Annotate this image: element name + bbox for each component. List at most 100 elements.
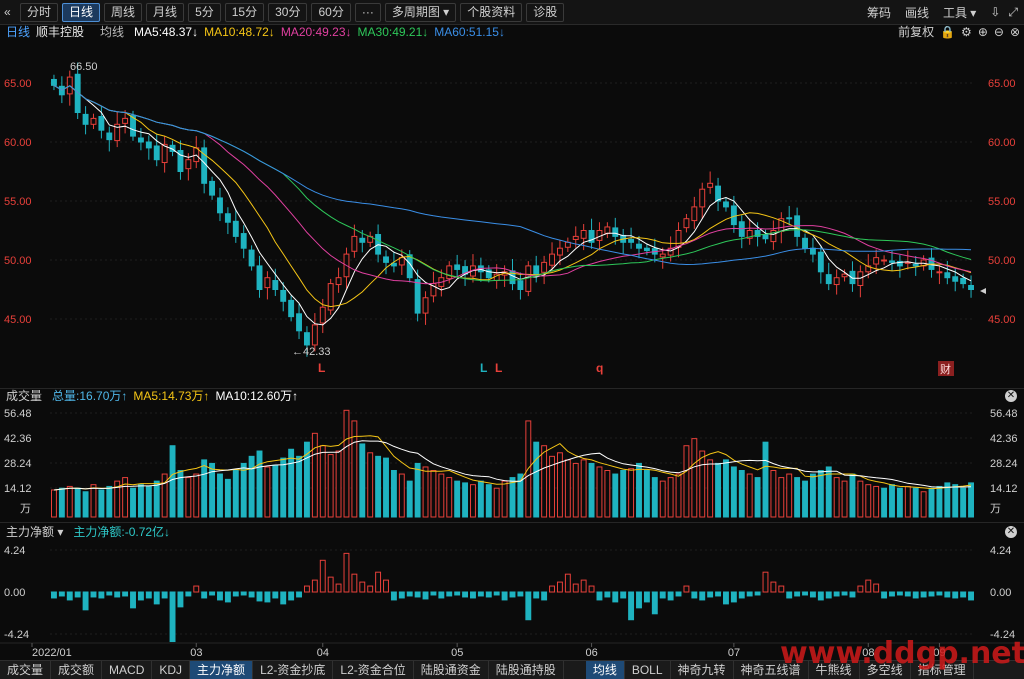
volume-bar [604,470,611,518]
net-flow-bar [90,591,97,598]
volume-axis-label-right: 42.36 [990,433,1018,445]
volume-bar [240,462,247,518]
indicator-tab[interactable]: 成交量 [0,661,52,679]
volume-axis-label-left: 56.48 [4,408,32,420]
candle-body [232,220,239,237]
price-axis-label-right: 45.00 [988,314,1016,326]
volume-bar [351,420,358,518]
volume-bar [422,466,429,518]
volume-bar [541,445,548,518]
volume-bar [659,480,666,518]
volume-bar [952,484,959,518]
volume-bar [462,482,469,518]
net-flow-bar [470,591,476,599]
net-flow-bar [849,591,856,598]
volume-bar [936,485,943,518]
candle-body [383,256,389,263]
net-flow-bar [659,591,666,599]
flow-axis-label-left: -4.24 [4,629,29,641]
volume-bar [675,473,682,518]
indicator-tab[interactable]: 主力净额 [190,661,254,679]
candle-body [699,188,706,208]
net-flow-bar [311,579,318,593]
net-flow-bar [746,591,753,597]
volume-bar [588,462,595,518]
kline-chart-area[interactable]: 65.00 65.00 60.00 60.00 55.00 55.00 50.00 50.00… [0,0,1024,660]
candle-body [217,197,223,214]
indicator-tab[interactable]: MACD [102,661,153,679]
candle-body [224,213,231,223]
price-axis-label-right: 60.00 [988,137,1016,149]
volume-bar [715,462,722,518]
indicator-tab[interactable]: 成交额 [51,661,103,679]
net-flow-bar [327,576,334,593]
volume-bar [699,450,706,518]
volume-unit-left: 万 [20,502,31,515]
net-flow-bar [873,583,880,593]
net-flow-bar [296,591,302,598]
candle-body [730,205,737,226]
volume-bar [327,454,334,518]
net-flow-bar [517,591,524,597]
x-axis-label: 2022/01 [32,647,72,659]
net-flow-bar [161,591,168,599]
price-axis-label-right: 65.00 [988,78,1016,90]
indicator-tab[interactable]: 均线 [585,661,625,679]
net-flow-bar [82,591,89,611]
volume-bar [280,457,287,518]
volume-bar [928,487,935,518]
candle-body [209,180,216,196]
net-flow-bar [359,581,366,593]
net-flow-bar [193,585,200,593]
volume-bar [485,484,492,518]
candle-body [335,277,342,286]
net-flow-bar [857,585,864,593]
net-flow-bar [651,591,658,615]
candle-body [612,227,619,237]
ma10-line [53,84,972,308]
volume-bar [628,468,635,518]
indicator-tab[interactable]: KDJ [152,661,191,679]
candle-body [715,185,722,202]
net-flow-bar [691,591,698,599]
net-flow-bar [383,579,389,593]
net-flow-bar [525,591,532,621]
volume-bar [375,455,382,518]
net-flow-bar [66,591,73,601]
candle-body [98,116,105,131]
volume-bar [438,473,445,518]
net-flow-bar [572,583,579,593]
candle-body [296,313,302,332]
volume-bar [968,482,974,518]
indicator-tab[interactable]: 神奇九转 [671,661,734,679]
indicator-tab[interactable]: 陆股通持股 [489,661,564,679]
net-flow-bar [209,591,216,596]
net-flow-bar [825,591,832,599]
volume-bar [98,489,105,518]
net-flow-bar [501,591,508,601]
net-flow-bar [588,585,595,593]
net-flow-bar [944,591,951,598]
volume-bar [248,455,255,518]
volume-bar [256,450,263,518]
volume-bar [137,484,144,518]
net-flow-bar [968,591,974,601]
candle-body [288,299,295,318]
volume-bar [920,491,927,518]
indicator-tab[interactable]: L2-资金合位 [333,661,414,679]
net-flow-bar [715,591,722,597]
indicator-tab[interactable]: L2-资金抄底 [253,661,334,679]
volume-unit-right: 万 [990,502,1001,515]
net-flow-bar [248,591,255,598]
volume-bar [58,487,65,518]
volume-bar [130,487,136,518]
net-flow-bar [343,552,350,593]
indicator-tab[interactable]: BOLL [625,661,671,679]
indicator-tab[interactable]: 陆股通资金 [414,661,489,679]
candle-body [786,217,793,220]
net-flow-bar [636,591,642,609]
volume-bar [683,445,690,518]
candle-body [707,182,714,188]
net-flow-bar [201,591,208,599]
net-flow-bar [430,591,437,596]
